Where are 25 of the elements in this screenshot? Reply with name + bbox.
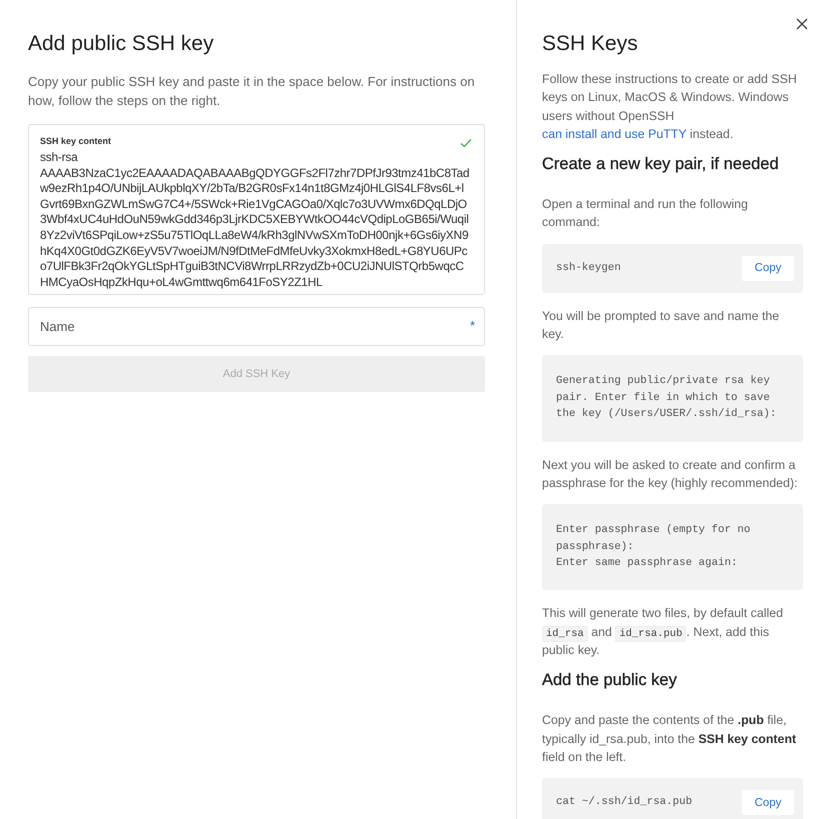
command-text: cat ~/.ssh/id_rsa.pub bbox=[556, 795, 692, 810]
ssh-key-field[interactable] bbox=[28, 124, 485, 296]
instruction-text: Copy and paste the contents of the .pub file, typically id_rsa.pub, into the SSH key content field on the left. bbox=[542, 712, 798, 766]
instruction-text: Open a terminal and run the following command: bbox=[542, 196, 749, 232]
section-heading: Create a new key pair, if needed bbox=[542, 155, 780, 174]
command-text: Enter passphrase (empty for no passphrase): Enter same passphrase again: bbox=[556, 523, 752, 571]
copy-button[interactable]: Copy bbox=[742, 790, 794, 816]
field-label: SSH key content bbox=[40, 136, 112, 146]
close-icon[interactable] bbox=[796, 18, 808, 30]
instruction-text: Next you will be asked to create and confirm a passphrase for the key (highly recommended): bbox=[542, 456, 799, 492]
instruction-text: This will generate two files, by default called id_rsa and id_rsa.pub . Next, add this public key. bbox=[542, 605, 784, 659]
putty-link[interactable]: can install and use PuTTY bbox=[542, 126, 686, 141]
command-text: Generating public/private rsa key pair. Enter file in which to save the key (/Users/USER/.ssh/id_rsa): bbox=[556, 374, 778, 422]
ssh-key-value: ssh-rsa AAAAB3NzaC1yc2EAAAADAQABAAABgQDYGGFs2Fl7zhr7DPfJr93tmz41bC8Tadw9ezRh1p4O/UNbijLAUkpblqXY/2bTa/B2GR0sFx14n1t8GMz4j0HLGlS4LF8vs6L+lGvrt69BxnGZWLmSwG7C4+/5SWck+Rie1VgCAGOa0/Xqlc7o3UVWmx6DQqLDjO3Wbf4xUC4uHdOuN59wkGdd346p3LjrKDC5XEBYWtkOO44cVQdipLoGB65i/Wuqil8Yz2viVt6SPqiLow+zS5u75TlOqLLa8eW4/kRh3glNVwSXmToDH00njk+6Gs6iyXN9hKq4X0Gt0dGZK6EyV5V7woeiJM/N9fDtMeFdMfeUvky3XokmxH8edL+G8YU6UPco7UlFBk3Fr2qOkYGLtSpHTguiB3tNCVi8WrrpLRRzydZb+0CU2iJNUlSTQrb5wqcCHMCyaOsHqpZkHqu+oL4wGmttwq6m641FoSY2Z1HL bbox=[40, 150, 470, 290]
inline-code: id_rsa bbox=[542, 626, 588, 642]
instruction-text: Follow these instructions to create or add SSH keys on Linux, MacOS & Windows. Windows users without OpenSSH can install and use PuTTY instead. bbox=[542, 71, 798, 143]
form-title: Add public SSH key bbox=[28, 32, 215, 56]
help-title: SSH Keys bbox=[542, 32, 639, 56]
copy-button[interactable]: Copy bbox=[742, 256, 794, 281]
intro-text: Copy your public SSH key and paste it in the space below. For instructions on how, follow the steps on the right. bbox=[28, 73, 476, 110]
section-heading: Add the public key bbox=[542, 671, 678, 690]
command-text: ssh-keygen bbox=[556, 261, 621, 276]
inline-code: id_rsa.pub bbox=[615, 626, 686, 642]
instruction-text: You will be prompted to save and name the key. bbox=[542, 308, 780, 344]
required-asterisk: * bbox=[470, 319, 475, 332]
